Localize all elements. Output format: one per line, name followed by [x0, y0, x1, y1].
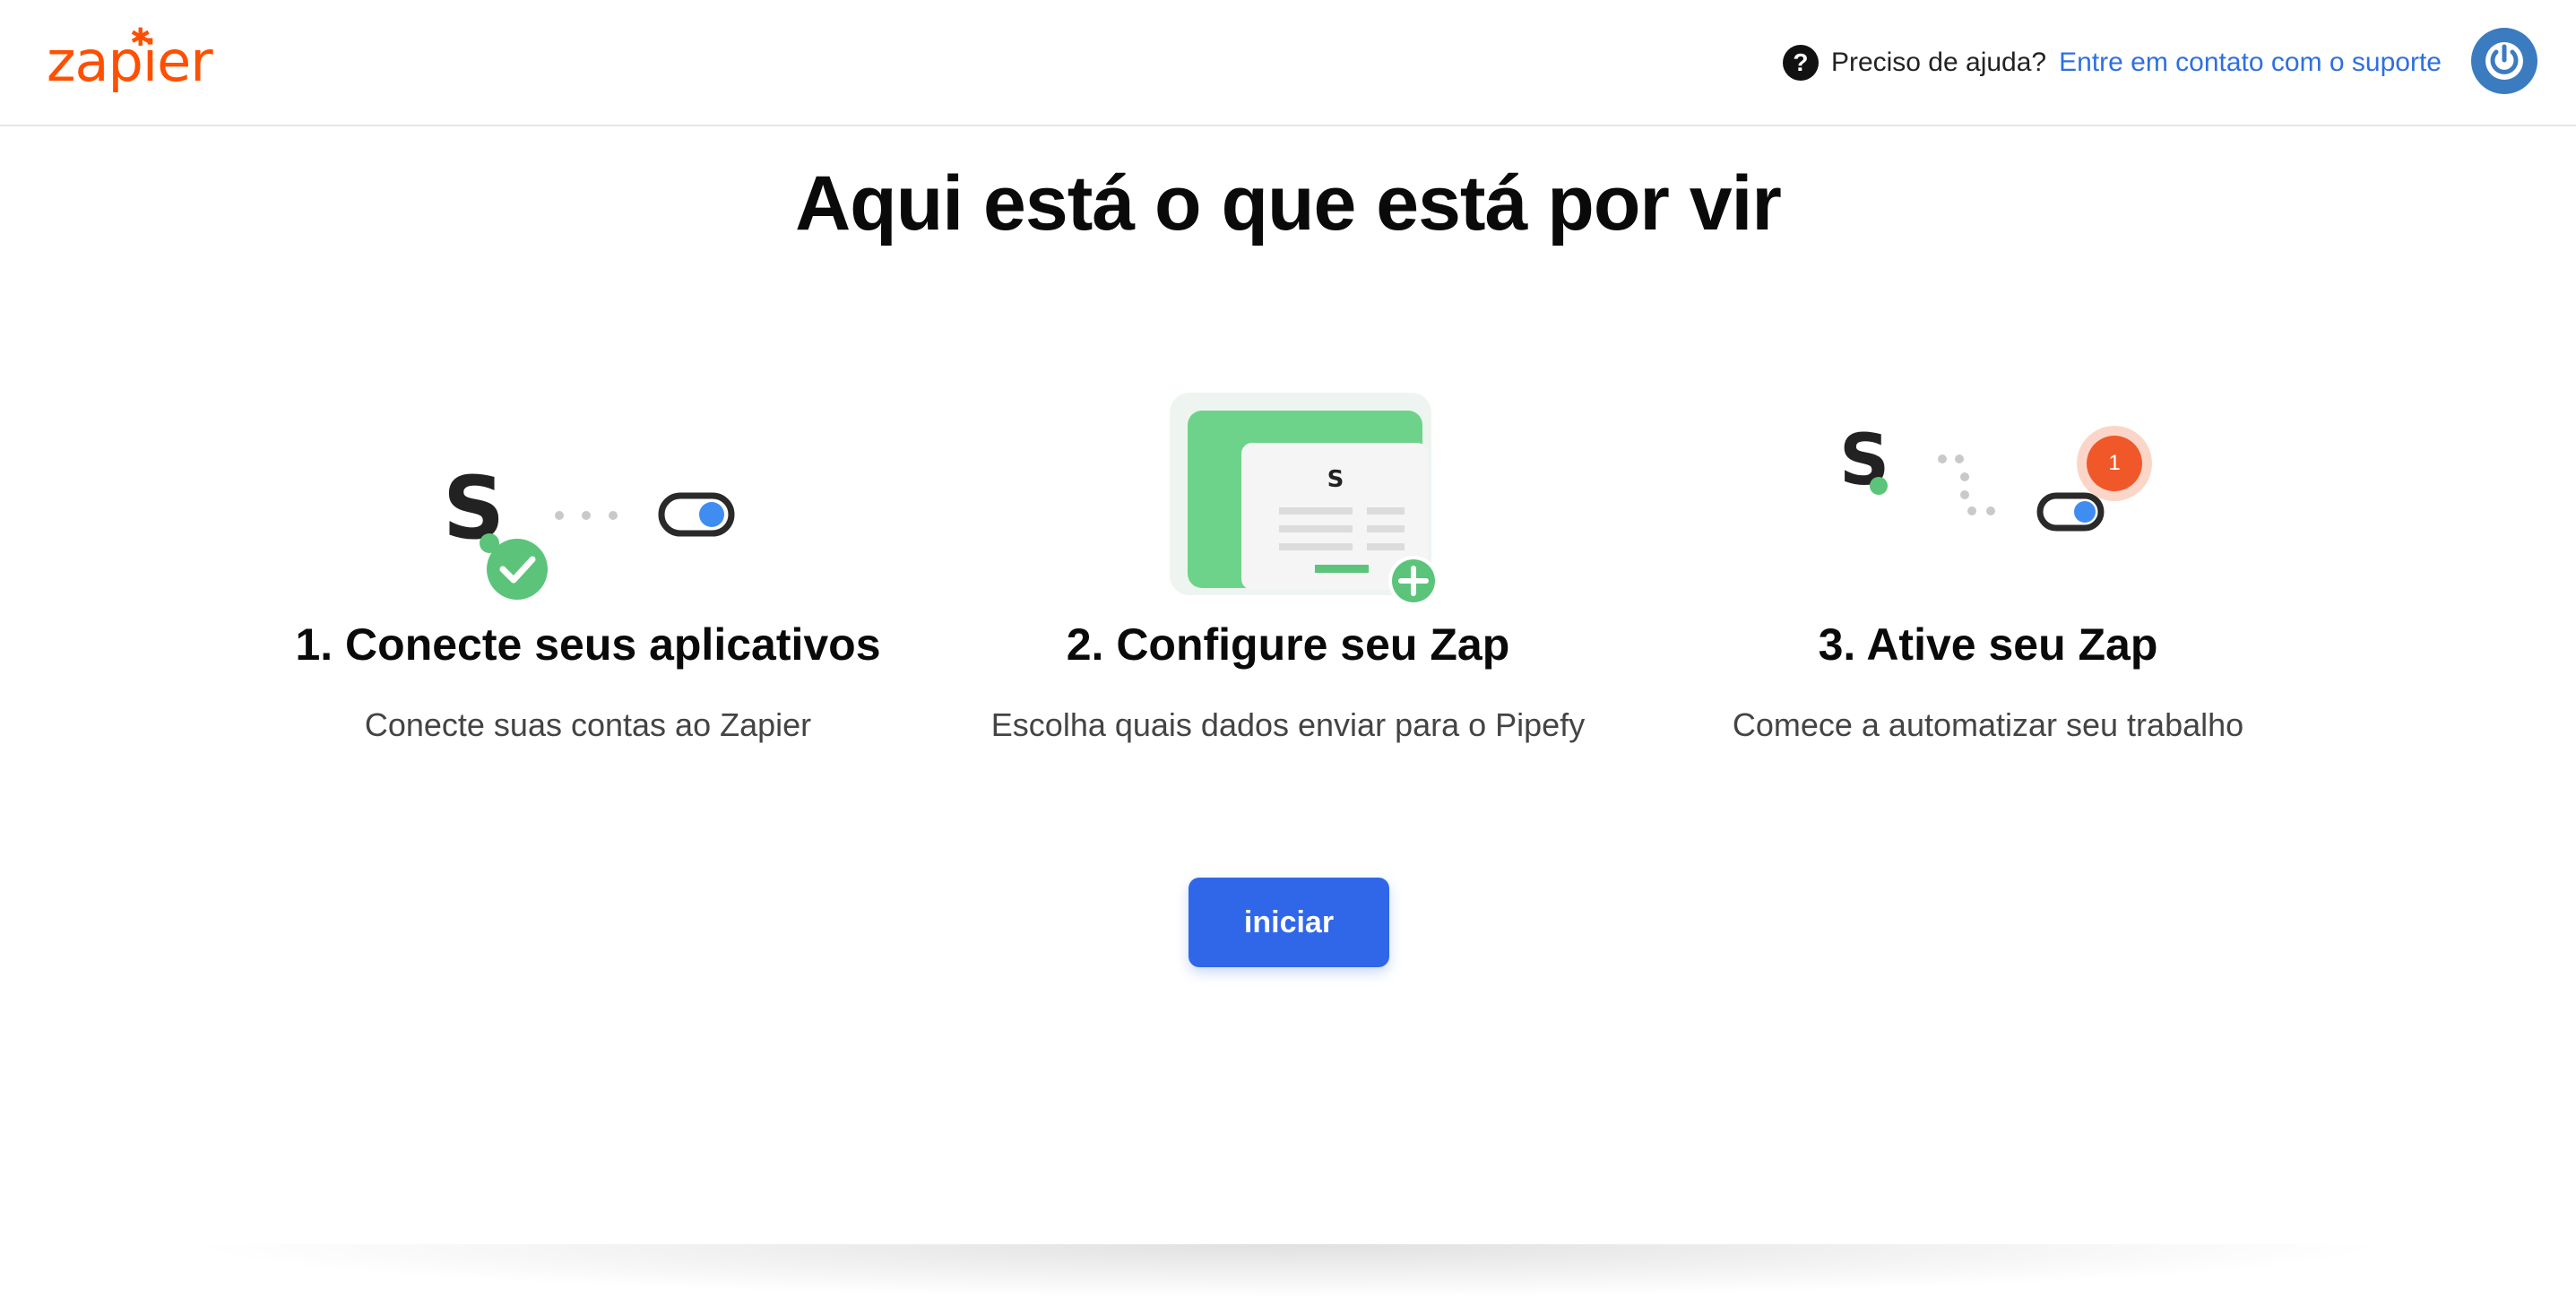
help-section: ? Preciso de ajuda? Entre em contato com…	[1782, 43, 2442, 82]
svg-text:S: S	[1327, 466, 1344, 493]
contact-support-link[interactable]: Entre em contato com o suporte	[2059, 48, 2442, 78]
connect-apps-illustration: S	[247, 376, 929, 610]
step-connect-apps: S 1. Conecte seus aplicativos Conecte su…	[247, 376, 929, 744]
step-title: 3. Ative seu Zap	[1818, 619, 2158, 670]
step-title: 1. Conecte seus aplicativos	[295, 619, 881, 670]
start-button[interactable]: iniciar	[1189, 878, 1389, 967]
step-title: 2. Configure seu Zap	[1066, 619, 1510, 670]
page-title: Aqui está o que está por vir	[795, 160, 1782, 247]
step-configure-zap: S 2. Configure seu Zap Escolha quais dad…	[947, 376, 1629, 744]
power-icon	[2485, 42, 2523, 80]
step-activate-zap: S 1 3. Ative seu Zap Comece a automatiza…	[1647, 376, 2329, 744]
step-description: Escolha quais dados enviar para o Pipefy	[990, 706, 1586, 743]
top-header: zapier ✱ ? Preciso de ajuda? Entre em co…	[0, 0, 2576, 126]
account-avatar[interactable]	[2471, 28, 2537, 94]
activate-zap-illustration: S 1	[1647, 376, 2329, 610]
configure-zap-illustration: S	[947, 376, 1629, 610]
help-question-text: Preciso de ajuda?	[1830, 48, 2047, 77]
bottom-panel-shadow	[179, 1244, 2397, 1298]
logo-asterisk-icon: ✱	[130, 23, 151, 51]
question-circle-icon: ?	[1782, 45, 1819, 81]
step-description: Comece a automatizar seu trabalho	[1732, 706, 2244, 743]
notification-badge: 1	[2108, 451, 2121, 475]
step-description: Conecte suas contas ao Zapier	[364, 706, 812, 743]
